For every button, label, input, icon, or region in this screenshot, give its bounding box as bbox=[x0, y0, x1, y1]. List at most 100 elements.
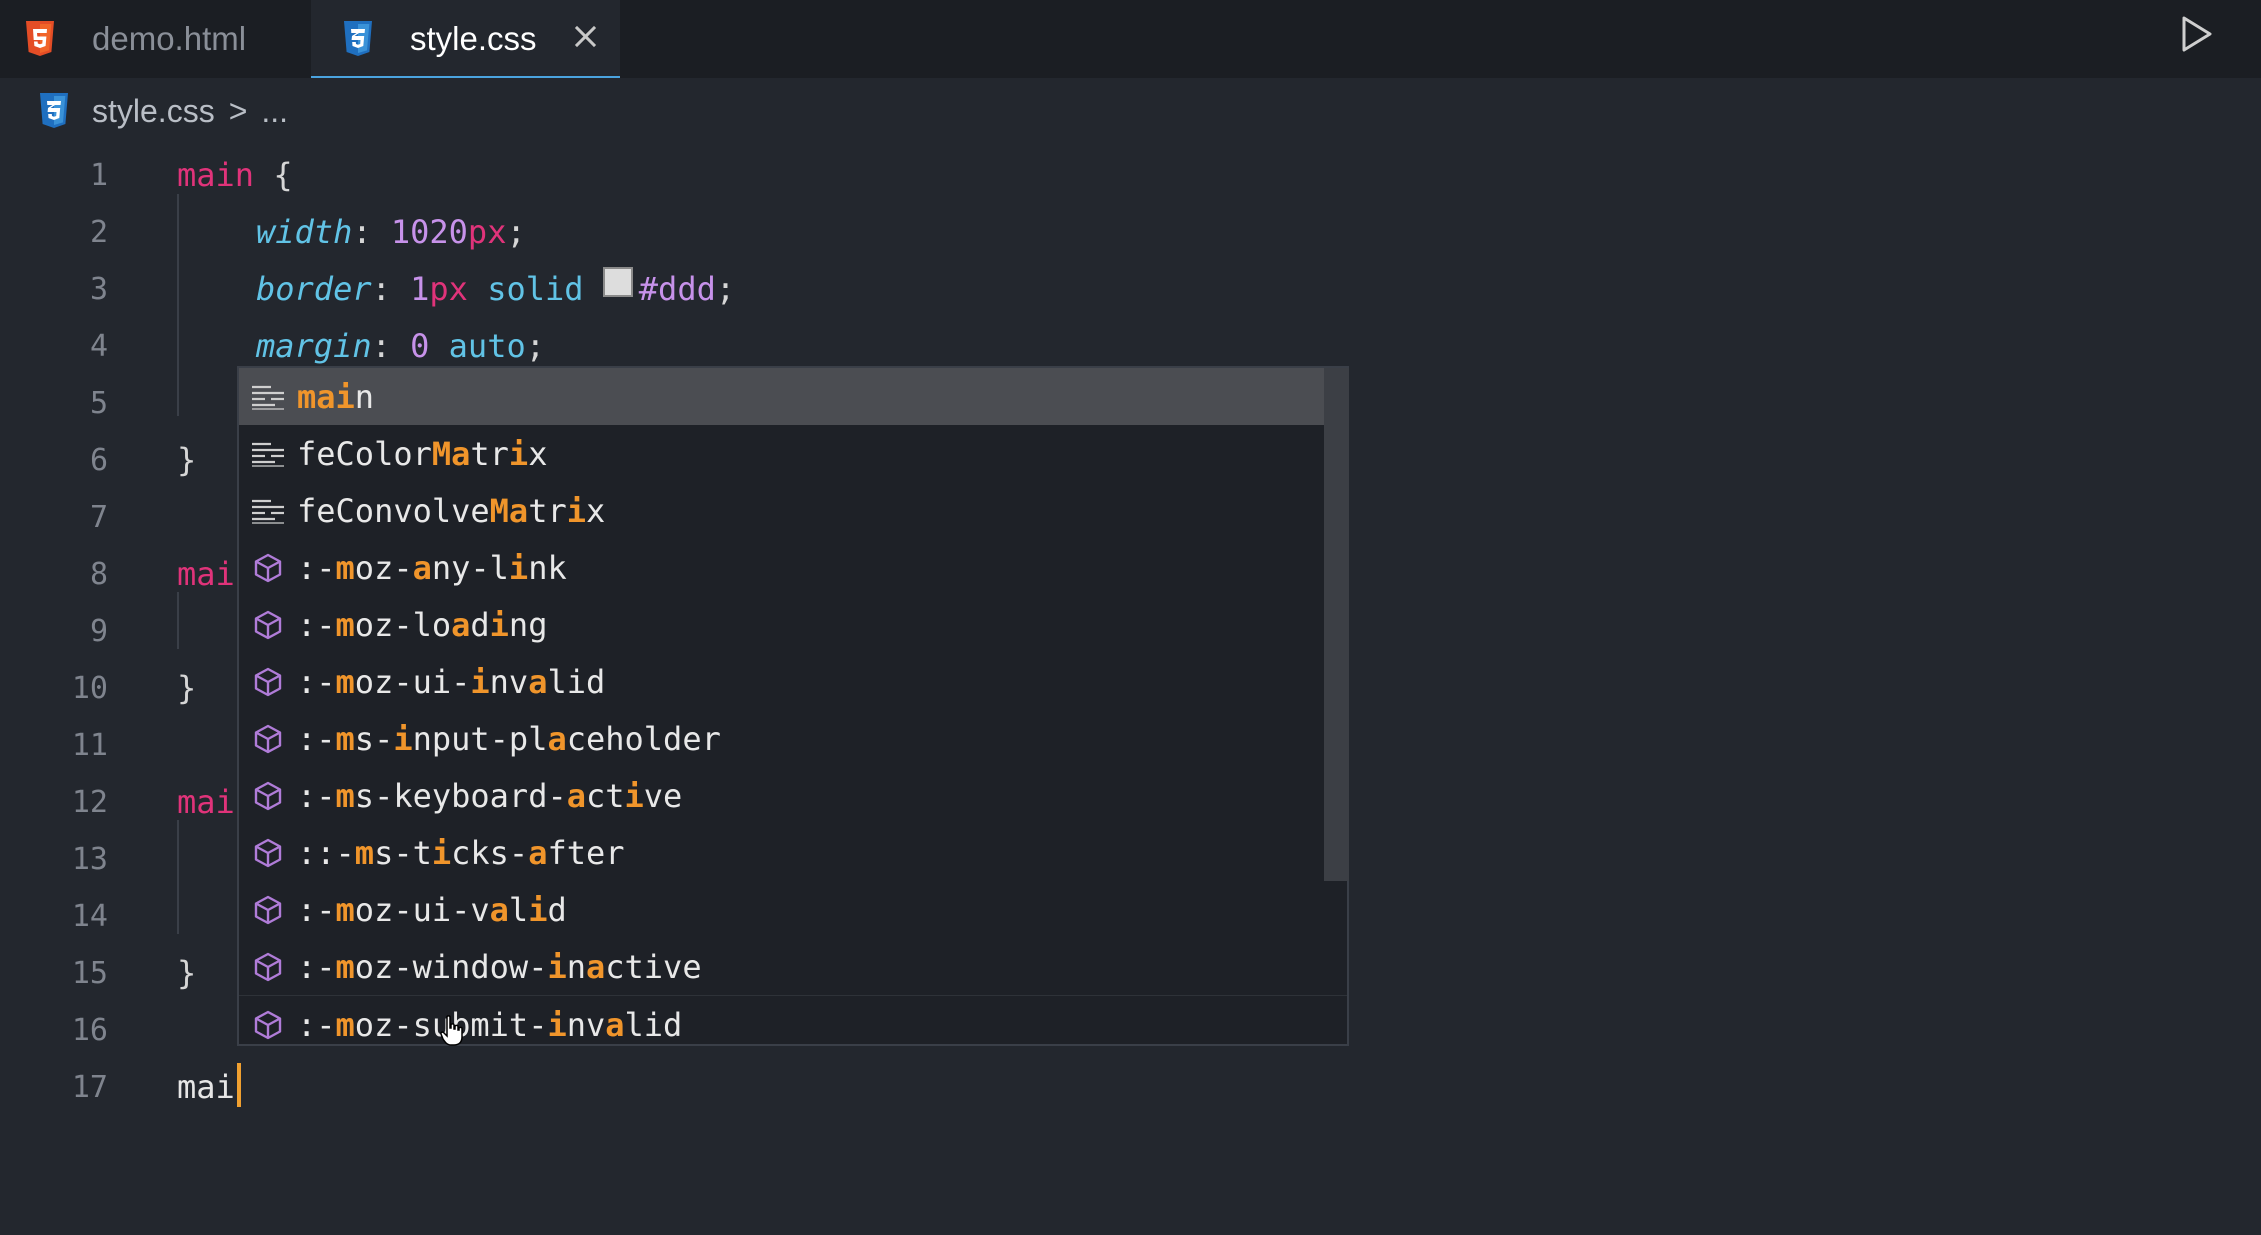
suggestion-label: :-ms-input-placeholder bbox=[297, 719, 721, 758]
line-number: 9 bbox=[89, 614, 108, 649]
css-number: 1020 bbox=[390, 213, 468, 251]
code-line: mai bbox=[177, 1059, 2237, 1116]
line-number: 16 bbox=[71, 1013, 108, 1048]
tab-demo-html[interactable]: demo.html bbox=[0, 0, 310, 78]
suggestion-label: :-moz-ui-valid bbox=[297, 890, 567, 929]
breadcrumb-file[interactable]: style.css bbox=[92, 93, 215, 130]
code-line: main { bbox=[177, 147, 2237, 204]
color-swatch[interactable] bbox=[602, 267, 633, 297]
property-icon bbox=[241, 539, 295, 596]
suggestion-item[interactable]: :-moz-ui-invalid bbox=[239, 653, 1324, 710]
line-number: 2 bbox=[89, 215, 108, 250]
run-icon[interactable] bbox=[2176, 14, 2216, 54]
suggestion-label: :-moz-loading bbox=[297, 605, 548, 644]
suggestion-label: feConvolveMatrix bbox=[297, 491, 606, 530]
css-unit: px bbox=[429, 270, 468, 308]
snippet-icon bbox=[241, 482, 295, 539]
line-number: 17 bbox=[71, 1070, 108, 1105]
suggestion-item[interactable]: ::-ms-ticks-after bbox=[239, 824, 1324, 881]
close-icon[interactable] bbox=[565, 16, 605, 56]
line-number-gutter: 1 2 3 4 5 6 7 8 9 10 11 12 13 14 15 16 1… bbox=[0, 147, 120, 1116]
property-icon bbox=[241, 938, 295, 995]
suggestion-label: feColorMatrix bbox=[297, 434, 548, 473]
property-icon bbox=[241, 824, 295, 881]
css-property: width bbox=[256, 213, 353, 251]
css-keyword: solid bbox=[487, 270, 584, 308]
css-unit: px bbox=[467, 213, 507, 251]
code-line: border: 1px solid #ddd; bbox=[177, 261, 2237, 318]
css3-icon bbox=[342, 21, 374, 57]
semicolon: ; bbox=[525, 327, 545, 365]
suggestion-item[interactable]: :-ms-keyboard-active bbox=[239, 767, 1324, 824]
suggestion-item[interactable]: :-moz-window-inactive bbox=[239, 938, 1324, 995]
autocomplete-dropdown[interactable]: main feColorMatrix feConvolveMatrix :-moz-a… bbox=[237, 366, 1349, 1046]
css-selector: main bbox=[177, 156, 255, 194]
colon: : bbox=[371, 270, 411, 308]
line-number: 11 bbox=[71, 728, 108, 763]
suggestion-label: :-moz-any-link bbox=[297, 548, 567, 587]
hand-cursor-icon bbox=[440, 1015, 463, 1046]
brace: } bbox=[177, 441, 197, 479]
property-icon bbox=[241, 996, 295, 1053]
breadcrumb: style.css > ... bbox=[0, 78, 2261, 144]
css-color-value: #ddd bbox=[638, 270, 716, 308]
suggestion-item[interactable]: :-moz-any-link bbox=[239, 539, 1324, 596]
line-number: 6 bbox=[89, 443, 108, 478]
brace: } bbox=[177, 669, 197, 707]
suggestion-item[interactable]: :-moz-loading bbox=[239, 596, 1324, 653]
line-number: 13 bbox=[71, 842, 108, 877]
brace: { bbox=[273, 156, 293, 194]
line-number: 5 bbox=[89, 386, 108, 421]
html5-icon bbox=[24, 21, 56, 57]
suggestion-label: :-moz-ui-invalid bbox=[297, 662, 606, 701]
line-number: 1 bbox=[89, 158, 108, 193]
line-number: 4 bbox=[89, 329, 108, 364]
property-icon bbox=[241, 881, 295, 938]
line-number: 7 bbox=[89, 500, 108, 535]
css-number: 1 bbox=[410, 270, 430, 308]
suggestion-item[interactable]: :-moz-submit-invalid bbox=[239, 995, 1347, 1053]
tab-label: demo.html bbox=[92, 20, 247, 57]
suggestion-label: :-moz-submit-invalid bbox=[297, 1005, 683, 1044]
property-icon bbox=[241, 710, 295, 767]
breadcrumb-separator: > bbox=[228, 92, 248, 129]
suggestion-item[interactable]: feColorMatrix bbox=[239, 425, 1324, 482]
suggestion-label: ::-ms-ticks-after bbox=[297, 833, 625, 872]
css-property: margin bbox=[256, 327, 372, 365]
tab-bar: demo.html style.css bbox=[0, 0, 2261, 78]
breadcrumb-rest[interactable]: ... bbox=[261, 93, 288, 130]
suggestion-label: :-ms-keyboard-active bbox=[297, 776, 683, 815]
suggestion-item[interactable]: feConvolveMatrix bbox=[239, 482, 1324, 539]
css3-icon bbox=[38, 93, 70, 129]
property-icon bbox=[241, 767, 295, 824]
semicolon: ; bbox=[506, 213, 526, 251]
colon: : bbox=[371, 327, 411, 365]
suggestion-item[interactable]: :-moz-ui-valid bbox=[239, 881, 1324, 938]
snippet-icon bbox=[241, 368, 295, 425]
suggestion-item[interactable]: main bbox=[239, 368, 1324, 425]
property-icon bbox=[241, 596, 295, 653]
brace: } bbox=[177, 954, 197, 992]
code-line: width: 1020px; bbox=[177, 204, 2237, 261]
suggestion-label: :-moz-window-inactive bbox=[297, 947, 702, 986]
suggestion-label: main bbox=[297, 377, 375, 416]
line-number: 12 bbox=[71, 785, 108, 820]
css-selector: mai bbox=[177, 783, 235, 821]
line-number: 8 bbox=[89, 557, 108, 592]
css-number: 0 bbox=[410, 327, 430, 365]
css-selector: mai bbox=[177, 555, 235, 593]
typed-text: mai bbox=[177, 1068, 235, 1106]
tab-label: style.css bbox=[410, 20, 537, 57]
suggestion-item[interactable]: :-ms-input-placeholder bbox=[239, 710, 1324, 767]
semicolon: ; bbox=[715, 270, 736, 308]
css-keyword: auto bbox=[448, 327, 526, 365]
line-number: 14 bbox=[71, 899, 108, 934]
line-number: 15 bbox=[71, 956, 108, 991]
snippet-icon bbox=[241, 425, 295, 482]
line-number: 10 bbox=[71, 671, 108, 706]
tab-style-css[interactable]: style.css bbox=[311, 0, 620, 78]
css-property: border bbox=[256, 270, 372, 308]
scrollbar-thumb[interactable] bbox=[1324, 368, 1349, 881]
text-caret bbox=[237, 1063, 241, 1107]
property-icon bbox=[241, 653, 295, 710]
